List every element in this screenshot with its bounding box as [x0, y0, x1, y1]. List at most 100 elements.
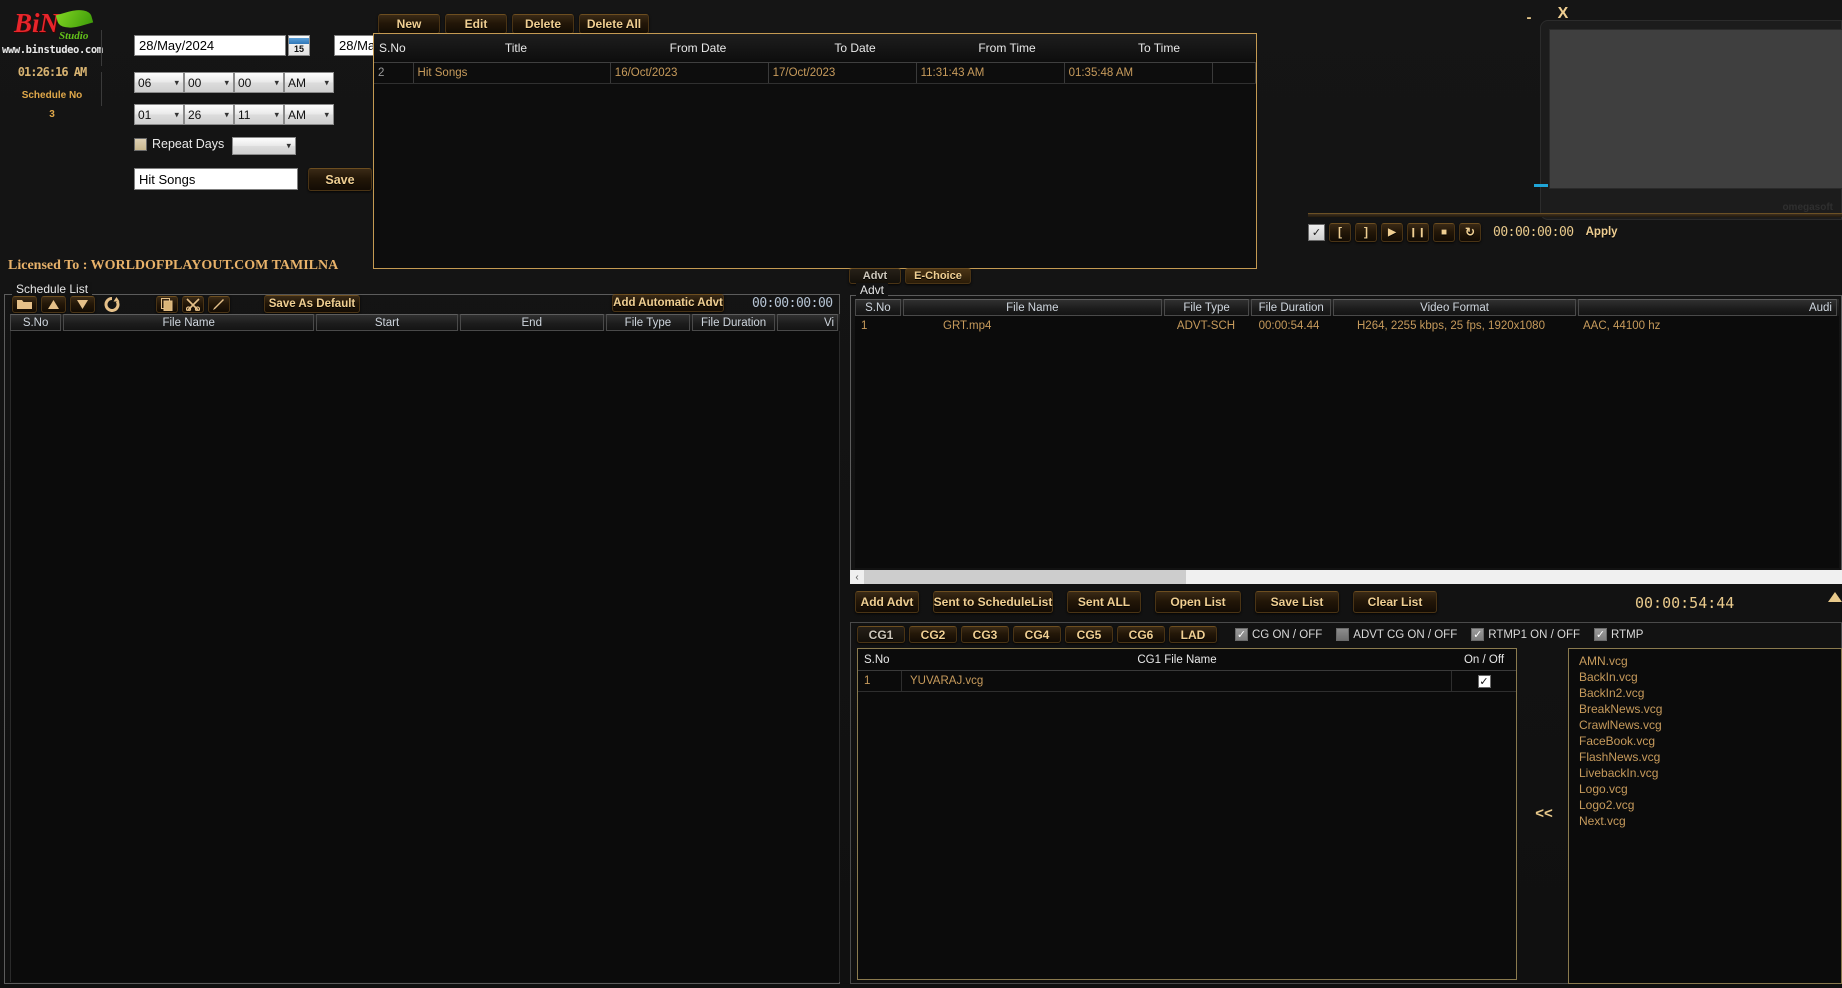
table-row[interactable]: 2 Hit Songs 16/Oct/2023 17/Oct/2023 11:3… — [374, 62, 1256, 84]
move-down-icon[interactable] — [70, 295, 95, 313]
tab-cg3[interactable]: CG3 — [961, 626, 1009, 643]
delete-button[interactable]: Delete — [512, 14, 574, 34]
tab-cg1[interactable]: CG1 — [857, 626, 905, 643]
table-row[interactable]: 1 YUVARAJ.vcg ✓ — [858, 671, 1516, 692]
to-hour-value: 01 — [138, 107, 152, 122]
list-item[interactable]: LivebackIn.vcg — [1569, 765, 1841, 781]
player-watermark: omegasoft — [1782, 202, 1833, 213]
preview-progress-marker — [1534, 184, 1548, 187]
sent-all-button[interactable]: Sent ALL — [1067, 591, 1141, 613]
rtmp1-on-off-label: RTMP1 ON / OFF — [1488, 628, 1581, 641]
play-button[interactable]: ▶ — [1381, 222, 1403, 242]
tab-cg4[interactable]: CG4 — [1013, 626, 1061, 643]
stop-button[interactable]: ■ — [1433, 222, 1455, 242]
row-on-off-checkbox[interactable]: ✓ — [1477, 674, 1491, 688]
open-list-button[interactable]: Open List — [1155, 591, 1241, 613]
advt-scrollbar[interactable]: ‹ — [850, 570, 1842, 584]
list-item[interactable]: Next.vcg — [1569, 813, 1841, 829]
from-meridiem-select[interactable]: AM ▾ — [284, 72, 334, 93]
to-meridiem-select[interactable]: AM ▾ — [284, 104, 334, 125]
list-item[interactable]: Logo2.vcg — [1569, 797, 1841, 813]
advt-cg-on-off-label: ADVT CG ON / OFF — [1353, 628, 1458, 641]
list-item[interactable]: AMN.vcg — [1569, 653, 1841, 669]
grid-header-rule — [374, 62, 1256, 63]
apply-button[interactable]: Apply — [1584, 223, 1620, 242]
rtmp2-on-off-toggle[interactable]: ✓ RTMP — [1594, 628, 1643, 641]
scroll-left-arrow-icon[interactable]: ‹ — [850, 570, 864, 584]
list-item[interactable]: Logo.vcg — [1569, 781, 1841, 797]
sent-to-schedulelist-button[interactable]: Sent to ScheduleList — [933, 591, 1053, 613]
schedule-grid[interactable]: S.No Title From Date To Date From Time T… — [373, 33, 1257, 269]
from-date-calendar-icon[interactable]: 15 — [288, 35, 310, 56]
tab-e-choice[interactable]: E-Choice — [905, 268, 971, 284]
rtmp1-on-off-toggle[interactable]: ✓ RTMP1 ON / OFF — [1471, 628, 1580, 641]
player-seek-bar[interactable] — [1308, 213, 1842, 217]
to-second-select[interactable]: 11 ▾ — [234, 104, 284, 125]
expand-up-icon[interactable] — [1828, 592, 1842, 602]
list-item[interactable]: FaceBook.vcg — [1569, 733, 1841, 749]
refresh-icon[interactable] — [99, 296, 124, 313]
list-item[interactable]: BreakNews.vcg — [1569, 701, 1841, 717]
delete-all-button[interactable]: Delete All — [579, 14, 649, 34]
schedule-toolbar: New Edit Delete Delete All — [378, 14, 649, 34]
repeat-days-checkbox[interactable] — [134, 138, 147, 151]
list-item[interactable]: BackIn.vcg — [1569, 669, 1841, 685]
tab-cg5[interactable]: CG5 — [1065, 626, 1113, 643]
right-tabs: Advt E-Choice — [849, 268, 971, 284]
scrollbar-thumb[interactable] — [864, 570, 1186, 584]
advt-cg-on-off-toggle[interactable]: ADVT CG ON / OFF — [1336, 628, 1457, 641]
loop-button[interactable]: ↻ — [1459, 222, 1481, 242]
tab-lad[interactable]: LAD — [1169, 626, 1217, 643]
from-second-value: 00 — [238, 75, 252, 90]
tab-cg2[interactable]: CG2 — [909, 626, 957, 643]
rtmp1-on-off-checkbox[interactable]: ✓ — [1471, 628, 1485, 641]
edit-button[interactable]: Edit — [445, 14, 507, 34]
advt-body[interactable]: 1 GRT.mp4 ADVT-SCH 00:00:54.44 H264, 225… — [855, 316, 1839, 568]
to-hour-select[interactable]: 01 ▾ — [134, 104, 184, 125]
from-second-select[interactable]: 00 ▾ — [234, 72, 284, 93]
tab-cg6[interactable]: CG6 — [1117, 626, 1165, 643]
cell-on-off[interactable]: ✓ — [1452, 674, 1516, 688]
copy-icon[interactable] — [156, 295, 178, 313]
from-date-input[interactable]: 28/May/2024 — [134, 35, 286, 56]
pause-button[interactable]: ❙❙ — [1407, 222, 1429, 242]
schedule-list-title: Schedule List — [12, 282, 93, 296]
to-minute-select[interactable]: 26 ▾ — [184, 104, 234, 125]
leaf-icon — [56, 5, 94, 32]
folder-icon[interactable] — [12, 295, 37, 313]
add-advt-button[interactable]: Add Advt — [855, 591, 919, 613]
cg-file-list[interactable]: AMN.vcg BackIn.vcg BackIn2.vcg BreakNews… — [1568, 648, 1842, 984]
repeat-days-select[interactable]: ▾ — [232, 137, 296, 155]
cell-file-duration: 00:00:54.44 — [1258, 320, 1320, 332]
mark-in-button[interactable]: [ — [1329, 222, 1351, 242]
cg-grid[interactable]: S.No CG1 File Name On / Off 1 YUVARAJ.vc… — [857, 648, 1517, 980]
from-minute-select[interactable]: 00 ▾ — [184, 72, 234, 93]
mark-out-button[interactable]: ] — [1355, 222, 1377, 242]
add-automatic-advt-button[interactable]: Add Automatic Advt — [612, 294, 724, 312]
cg-on-off-checkbox[interactable]: ✓ — [1235, 628, 1248, 641]
table-row[interactable]: 1 GRT.mp4 ADVT-SCH 00:00:54.44 H264, 225… — [855, 316, 1839, 336]
video-preview-surface[interactable] — [1549, 29, 1842, 189]
schedule-list-body[interactable] — [10, 331, 840, 982]
save-button[interactable]: Save — [308, 168, 372, 191]
title-input[interactable]: Hit Songs — [134, 168, 298, 190]
cg-on-off-toggle[interactable]: ✓ CG ON / OFF — [1235, 628, 1322, 641]
rtmp2-on-off-checkbox[interactable]: ✓ — [1594, 628, 1608, 641]
move-left-button[interactable]: << — [1527, 802, 1561, 824]
player-enable-checkbox[interactable]: ✓ — [1308, 223, 1325, 241]
from-hour-select[interactable]: 06 ▾ — [134, 72, 184, 93]
edit-icon[interactable] — [208, 295, 230, 313]
cut-icon[interactable] — [182, 295, 204, 313]
new-button[interactable]: New — [378, 14, 440, 34]
divider — [101, 72, 102, 106]
schedule-col-title: Title — [504, 41, 528, 55]
list-item[interactable]: CrawlNews.vcg — [1569, 717, 1841, 733]
save-list-button[interactable]: Save List — [1255, 591, 1339, 613]
advt-cg-on-off-checkbox[interactable] — [1336, 628, 1350, 641]
save-as-default-button[interactable]: Save As Default — [264, 295, 360, 313]
move-up-icon[interactable] — [41, 295, 66, 313]
list-item[interactable]: BackIn2.vcg — [1569, 685, 1841, 701]
list-item[interactable]: FlashNews.vcg — [1569, 749, 1841, 765]
clear-list-button[interactable]: Clear List — [1353, 591, 1437, 613]
tab-advt[interactable]: Advt — [849, 268, 901, 284]
